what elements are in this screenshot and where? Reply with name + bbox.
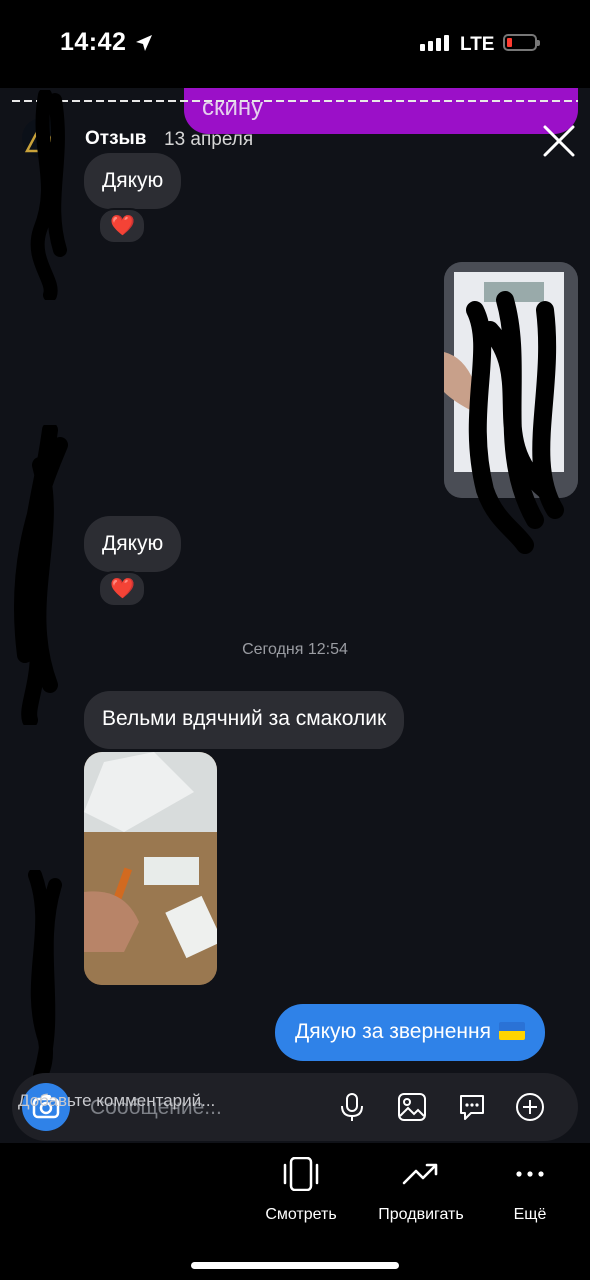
heart-reaction-icon: ❤️ [110,578,135,600]
home-indicator [191,1262,399,1269]
reaction-chip[interactable]: ❤️ [98,208,146,244]
signal-icon [420,35,449,51]
story-author-name[interactable]: Отзыв [85,128,146,150]
sticker-chat-icon[interactable] [457,1092,487,1122]
trending-up-icon [402,1163,438,1185]
reaction-chip[interactable]: ❤️ [98,571,146,607]
plus-circle-icon[interactable] [515,1092,545,1122]
promote-button[interactable]: Продвигать [370,1157,472,1224]
incoming-message: Дякую [84,516,182,572]
more-button[interactable]: Ещё [508,1157,552,1224]
incoming-message: Вельми вдячний за смаколик [84,691,405,749]
previous-message-text: скину [202,94,264,121]
network-type: LTE [460,34,495,55]
redaction-scribble [13,425,68,725]
previous-message-bubble: скину [184,88,578,134]
view-button[interactable]: Смотреть [259,1156,343,1224]
redaction-scribble [30,90,67,300]
battery-icon [503,34,540,51]
heart-reaction-icon: ❤️ [110,215,135,237]
redaction-scribble [466,291,564,554]
story-date: 13 апреля [164,129,254,150]
product-photo [84,752,217,985]
outgoing-message-text: Дякую за звернення [295,1020,491,1043]
story-progress-bar [12,100,578,102]
incoming-photo[interactable] [84,752,217,985]
date-divider: Сегодня 12:54 [242,641,348,658]
outgoing-message: Дякую за звернення [275,1004,545,1061]
status-time: 14:42 [60,28,127,56]
more-dots-icon [516,1171,544,1177]
promote-label: Продвигать [378,1206,464,1223]
ukraine-flag-icon [499,1022,525,1040]
incoming-message: Дякую [84,153,182,209]
location-arrow-icon [136,35,152,51]
microphone-icon[interactable] [337,1092,367,1122]
more-label: Ещё [513,1206,547,1223]
phone-view-icon [283,1156,319,1192]
view-label: Смотреть [265,1206,337,1223]
comment-hint: Добавьте комментарий... [18,1091,216,1110]
gallery-icon[interactable] [397,1092,427,1122]
bottom-action-bar: Смотреть Продвигать Ещё [0,1143,590,1280]
redaction-scribble [28,870,62,1090]
status-bar: 14:42 LTE [0,0,590,88]
close-icon[interactable] [541,123,577,159]
